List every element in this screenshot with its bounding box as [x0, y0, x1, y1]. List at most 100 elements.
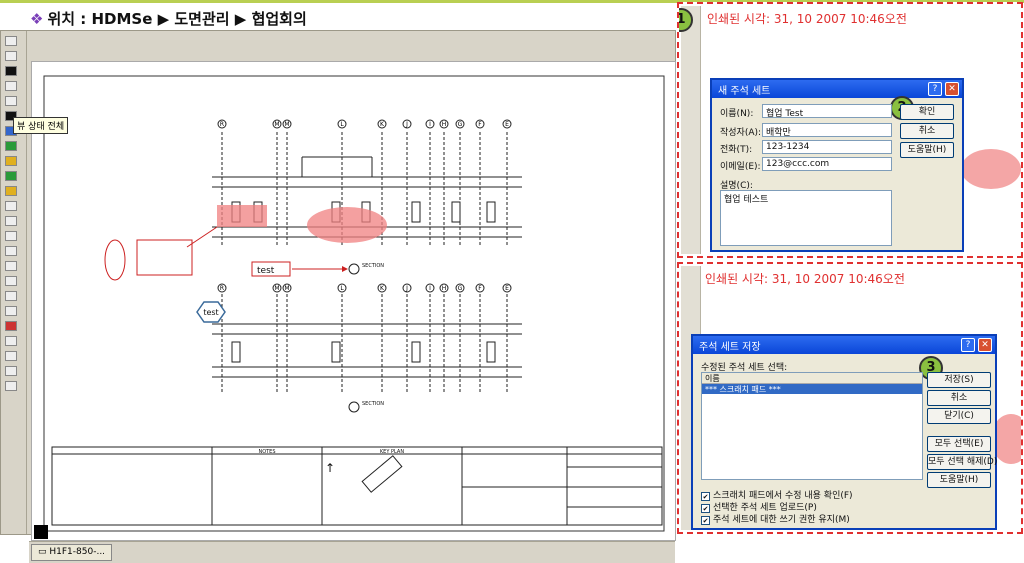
gray-icon[interactable]: [5, 351, 17, 361]
highlight-icon[interactable]: [5, 156, 17, 166]
grid-bubble-label: I: [429, 285, 431, 292]
select-all-button-label: 모두 선택(E): [934, 439, 984, 449]
line-icon[interactable]: [5, 231, 17, 241]
panel1-toolbar: [681, 6, 701, 254]
list-header: 이름: [702, 373, 922, 384]
section-bubble-2: [348, 401, 360, 413]
drawing-svg: R M M L K J I H G F E test SECTION R M M…: [43, 75, 665, 532]
drawing-border: [43, 75, 665, 532]
save-button-label: 저장(S): [944, 375, 974, 385]
name-field[interactable]: 협업 Test: [762, 104, 892, 118]
checkbox-checked-icon[interactable]: ✔: [701, 516, 710, 525]
help-button-2-label: 도움말(H): [939, 475, 979, 485]
email-field[interactable]: 123@ccc.com: [762, 157, 892, 171]
markup-pink-ellipse: [307, 207, 387, 243]
markup-ellipse-bg: [961, 149, 1021, 189]
copy-icon[interactable]: [5, 51, 17, 61]
document-icon: ▭: [38, 547, 47, 557]
cancel-button-2[interactable]: 취소: [927, 390, 991, 406]
bracket-icon[interactable]: [5, 306, 17, 316]
section-label: SECTION: [362, 263, 384, 269]
image-icon[interactable]: [5, 141, 17, 151]
grid-bubble-label: R: [220, 121, 224, 128]
help-icon[interactable]: ?: [961, 338, 975, 352]
bottom-grid-bubbles: R M M L K J I H G F E: [217, 283, 512, 293]
rectangle-icon[interactable]: [5, 201, 17, 211]
grid-bubble-label: J: [405, 285, 408, 292]
markup-pink-rect: [217, 205, 267, 227]
grid-bubble-label: I: [429, 121, 431, 128]
notes-title: NOTES: [258, 449, 275, 455]
stamp-icon[interactable]: [5, 186, 17, 196]
markup-set-list[interactable]: 이름 *** 스크래치 패드 ***: [701, 372, 923, 480]
black-square: [34, 525, 48, 539]
drawing-sheet[interactable]: R M M L K J I H G F E test SECTION R M M…: [31, 61, 676, 541]
screenshot-panel-2: 인쇄된 시각: 31, 10 2007 10:46오전 주석 세트 저장 ? ✕…: [677, 262, 1023, 534]
select-all-button[interactable]: 모두 선택(E): [927, 436, 991, 452]
gray3-icon[interactable]: [5, 381, 17, 391]
dimension-icon[interactable]: [5, 261, 17, 271]
keyplan-shape: [361, 455, 403, 493]
ok-button[interactable]: 확인: [900, 104, 954, 120]
bottom-plan: [212, 294, 522, 392]
close-button-label: 닫기(C): [944, 411, 974, 421]
top-grid-bubbles: R M M L K J I H G F E: [217, 119, 512, 129]
close-icon[interactable]: ✕: [945, 82, 959, 96]
email-value: 123@ccc.com: [766, 159, 830, 169]
list-item[interactable]: *** 스크래치 패드 ***: [702, 384, 922, 394]
paste-icon[interactable]: [5, 81, 17, 91]
tab-document[interactable]: ▭ H1F1-850-...: [31, 544, 113, 561]
check-keep-write-permission-label: 주석 세트에 대한 쓰기 권한 유지(M): [713, 515, 850, 525]
angle-icon[interactable]: [5, 291, 17, 301]
gray2-icon[interactable]: [5, 366, 17, 376]
ellipse-icon[interactable]: [5, 216, 17, 226]
name-label: 이름(N):: [720, 109, 754, 119]
author-field[interactable]: 배학만: [762, 123, 892, 137]
cancel-button-2-label: 취소: [950, 393, 968, 403]
pencil-icon[interactable]: [5, 36, 17, 46]
markup-set-icon[interactable]: [5, 321, 17, 331]
phone-field[interactable]: 123-1234: [762, 140, 892, 154]
author-label: 작성자(A):: [720, 128, 762, 138]
grid-bubble-label: M: [284, 285, 289, 292]
markup-text: test: [257, 266, 275, 276]
viewer-window: R M M L K J I H G F E test SECTION R M M…: [0, 30, 676, 563]
tooltip-text: 뷰 상태 전체: [17, 122, 65, 132]
column-name-header[interactable]: 이름: [705, 374, 720, 383]
close-button[interactable]: 닫기(C): [927, 408, 991, 424]
screenshot-panel-1: 1 인쇄된 시각: 31, 10 2007 10:46오전 새 주석 세트 ? …: [677, 2, 1023, 258]
tooltip: 뷰 상태 전체: [13, 117, 69, 134]
grid-bubble-label: F: [478, 285, 482, 292]
help-icon[interactable]: ?: [928, 82, 942, 96]
grid-bubble-label: E: [505, 121, 509, 128]
help-button-2[interactable]: 도움말(H): [927, 472, 991, 488]
grid-bubble-label: H: [442, 121, 447, 128]
blank-icon[interactable]: [5, 96, 17, 106]
step-badge-1-text: 1: [677, 12, 686, 27]
keyplan-title: KEY PLAN: [380, 449, 404, 455]
printed-time-label: 인쇄된 시각: 31, 10 2007 10:46오전: [707, 12, 907, 26]
polyline-icon[interactable]: [5, 246, 17, 256]
fill-icon[interactable]: [5, 171, 17, 181]
check-keep-write-permission[interactable]: ✔ 주석 세트에 대한 쓰기 권한 유지(M): [701, 512, 850, 525]
description-value: 협업 테스트: [724, 195, 769, 205]
phone-value: 123-1234: [766, 142, 810, 152]
save-button[interactable]: 저장(S): [927, 372, 991, 388]
measure-icon[interactable]: [5, 276, 17, 286]
deselect-all-button[interactable]: 모두 선택 해제(D): [927, 454, 997, 470]
description-field[interactable]: 협업 테스트: [720, 190, 892, 246]
grid-bubble-label: M: [274, 121, 279, 128]
help-button[interactable]: 도움말(H): [900, 142, 954, 158]
cancel-button[interactable]: 취소: [900, 123, 954, 139]
dialog-titlebar: 새 주석 세트 ? ✕: [712, 80, 962, 98]
left-toolbar: [1, 31, 27, 534]
printed-time-label-2: 인쇄된 시각: 31, 10 2007 10:46오전: [705, 272, 905, 286]
grid-bubble-label: F: [478, 121, 482, 128]
close-icon[interactable]: ✕: [978, 338, 992, 352]
layer-icon[interactable]: [5, 336, 17, 346]
camera-icon[interactable]: [5, 66, 17, 76]
email-label: 이메일(E):: [720, 162, 761, 172]
diamond-icon: ❖: [30, 10, 44, 28]
save-markup-set-dialog: 주석 세트 저장 ? ✕ 3 수정된 주석 세트 선택: 이름 *** 스크래치…: [691, 334, 997, 530]
north-arrow-icon: ↑: [325, 461, 335, 475]
